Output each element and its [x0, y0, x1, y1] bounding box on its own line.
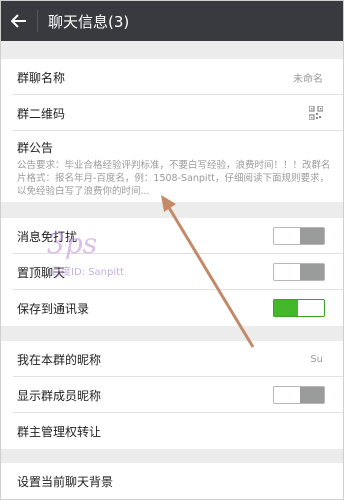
- save-contacts-toggle[interactable]: [273, 299, 325, 317]
- group-qr-label: 群二维码: [17, 106, 66, 121]
- pin-label: 置顶聊天: [17, 265, 66, 280]
- save-contacts-row: 保存到通讯录: [1, 290, 343, 326]
- group-name-row[interactable]: 群聊名称 未命名: [1, 59, 343, 95]
- phone-screen: 聊天信息(3) 群聊名称 未命名 群二维码 群公告 公告要求：毕业合格经验评判标…: [0, 0, 344, 500]
- toggle-knob: [300, 387, 324, 403]
- group-qr-row[interactable]: 群二维码: [1, 95, 343, 131]
- nickname-value: Su: [310, 353, 323, 365]
- back-button[interactable]: [1, 1, 37, 41]
- page-title: 聊天信息(3): [48, 12, 130, 31]
- nickname-row[interactable]: 我在本群的昵称 Su: [1, 341, 343, 377]
- pin-row: 置顶聊天: [1, 254, 343, 290]
- chat-settings-section: 消息免打扰 置顶聊天 保存到通讯录: [1, 218, 343, 326]
- qr-code-icon: [309, 106, 323, 120]
- show-names-label: 显示群成员昵称: [17, 388, 102, 403]
- transfer-owner-label: 群主管理权转让: [17, 424, 102, 439]
- show-names-row: 显示群成员昵称: [1, 377, 343, 413]
- show-names-toggle[interactable]: [273, 386, 325, 404]
- arrow-left-icon: [11, 14, 26, 28]
- top-bar: 聊天信息(3): [1, 1, 343, 41]
- group-notice-text: 公告要求：毕业合格经验评判标准，不要白写经验，浪费时间！！！改群名片格式：报名年…: [17, 160, 331, 197]
- chat-background-row[interactable]: 设置当前聊天背景: [1, 463, 343, 499]
- chat-background-label: 设置当前聊天背景: [17, 474, 114, 489]
- toggle-knob: [300, 264, 324, 280]
- group-name-label: 群聊名称: [17, 70, 66, 85]
- group-info-section: 群聊名称 未命名 群二维码 群公告 公告要求：毕业合格经验评判标准，不要白写经验…: [1, 59, 343, 202]
- mute-toggle[interactable]: [273, 227, 325, 245]
- background-section: 设置当前聊天背景: [1, 463, 343, 499]
- toggle-knob: [300, 228, 324, 244]
- transfer-owner-row[interactable]: 群主管理权转让: [1, 413, 343, 449]
- group-notice-row[interactable]: 群公告 公告要求：毕业合格经验评判标准，不要白写经验，浪费时间！！！改群名片格式…: [1, 131, 343, 202]
- member-settings-section: 我在本群的昵称 Su 显示群成员昵称 群主管理权转让: [1, 341, 343, 449]
- mute-row: 消息免打扰: [1, 218, 343, 254]
- mute-label: 消息免打扰: [17, 229, 78, 244]
- save-contacts-label: 保存到通讯录: [17, 301, 90, 316]
- toggle-knob: [298, 300, 324, 316]
- header-divider: [37, 10, 38, 32]
- pin-toggle[interactable]: [273, 263, 325, 281]
- nickname-label: 我在本群的昵称: [17, 352, 102, 367]
- group-notice-label: 群公告: [17, 141, 54, 155]
- group-name-value: 未命名: [293, 73, 323, 85]
